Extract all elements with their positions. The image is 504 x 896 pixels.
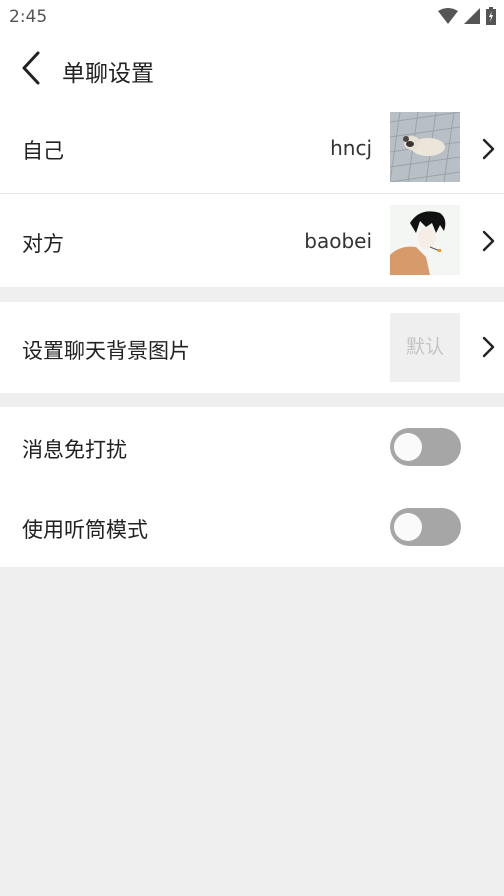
wifi-icon [438, 8, 458, 24]
row-partner-value: baobei [304, 229, 372, 253]
back-arrow-icon [22, 51, 40, 85]
chevron-right-icon [482, 336, 495, 358]
chevron-right-icon [482, 230, 495, 252]
self-avatar[interactable] [390, 112, 460, 182]
toggle-knob [394, 513, 422, 541]
chevron-right-icon [482, 138, 495, 160]
row-self-label: 自己 [22, 139, 64, 163]
toggle-section: 消息免打扰 使用听筒模式 [0, 407, 504, 567]
background-default-preview[interactable]: 默认 [390, 313, 460, 382]
row-partner-label: 对方 [22, 232, 64, 256]
battery-icon [486, 7, 496, 25]
app-bar: 单聊设置 [0, 34, 504, 102]
earpiece-label: 使用听筒模式 [22, 518, 148, 542]
row-self[interactable]: 自己 hncj [0, 102, 504, 193]
status-bar: 2:45 [0, 0, 504, 34]
back-button[interactable] [14, 48, 54, 88]
signal-icon [464, 8, 480, 24]
row-background-label: 设置聊天背景图片 [22, 339, 190, 363]
status-time: 2:45 [9, 7, 48, 27]
page-title: 单聊设置 [62, 61, 154, 87]
status-icons [438, 7, 496, 25]
earpiece-toggle[interactable] [390, 508, 461, 546]
toggle-knob [394, 433, 422, 461]
row-chat-background[interactable]: 设置聊天背景图片 默认 [0, 302, 504, 393]
mute-toggle[interactable] [390, 428, 461, 466]
row-self-value: hncj [330, 136, 372, 160]
mute-label: 消息免打扰 [22, 438, 127, 462]
row-partner[interactable]: 对方 baobei [0, 194, 504, 287]
partner-avatar[interactable] [390, 205, 460, 275]
